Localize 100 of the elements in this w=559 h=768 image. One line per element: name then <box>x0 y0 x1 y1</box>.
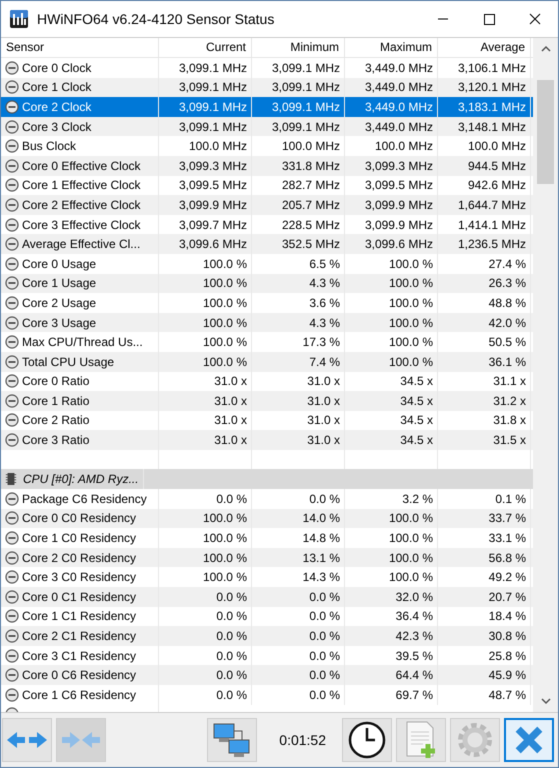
sensor-value: 100.0 MHz <box>188 139 247 154</box>
sensor-value: 31.0 x <box>214 413 247 428</box>
column-header[interactable]: Sensor <box>1 38 159 57</box>
table-row[interactable]: Core 2 Clock 3,099.1 MHz 3,099.1 MHz 3,449.0 MHz 3,183.1 MHz <box>1 97 533 117</box>
gauge-icon <box>5 335 19 350</box>
close-button[interactable] <box>504 718 554 762</box>
table-row[interactable]: Core 2 Effective Clock 3,099.9 MHz 205.7 MHz 3,099.9 MHz 1,644.7 MHz <box>1 195 533 215</box>
table-row[interactable]: Core 2 C0 Residency 100.0 % 13.1 % 100.0 % 56.8 % <box>1 548 533 568</box>
sensor-value: 30.8 % <box>488 629 526 644</box>
sensor-value: 31.0 x <box>214 394 247 408</box>
sensor-value: 31.0 x <box>307 374 340 388</box>
sensor-value: 3,099.6 MHz <box>364 237 433 252</box>
scrollbar[interactable] <box>533 38 558 712</box>
sensor-label: Core 1 Usage <box>22 276 96 290</box>
sensor-value: 100.0 % <box>388 531 433 546</box>
gauge-icon <box>5 629 19 644</box>
sensor-value: 331.8 MHz <box>282 158 340 173</box>
table-row[interactable]: Core 0 C1 Residency 0.0 % 0.0 % 32.0 % 20.7 % <box>1 587 533 607</box>
column-header[interactable]: Maximum <box>345 38 438 57</box>
sensor-label: Core 0 Ratio <box>22 374 90 388</box>
table-row[interactable]: Core 0 Effective Clock 3,099.3 MHz 331.8 MHz 3,099.3 MHz 944.5 MHz <box>1 156 533 176</box>
sensor-value: 31.0 x <box>307 433 340 448</box>
sensor-label: Core 2 Ratio <box>22 413 90 428</box>
sensor-value: 27.4 % <box>488 256 526 271</box>
group-row[interactable]: CPU [#0]: AMD Ryz... <box>1 469 533 490</box>
table-row[interactable]: Core 1 C6 Residency 0.0 % 0.0 % 69.7 % 48.7 % <box>1 685 533 705</box>
gauge-icon <box>5 80 19 94</box>
gauge-icon <box>5 531 19 546</box>
sensor-value: 33.7 % <box>488 511 526 526</box>
table-row[interactable]: Average Effective Cl... 3,099.6 MHz 352.5 MHz 3,099.6 MHz 1,236.5 MHz <box>1 234 533 254</box>
table-row[interactable]: Core 3 Clock 3,099.1 MHz 3,099.1 MHz 3,449.0 MHz 3,148.1 MHz <box>1 116 533 136</box>
gauge-icon <box>5 60 19 75</box>
sensor-label: Core 0 Usage <box>22 256 96 271</box>
sensor-label: Core 3 Effective Clock <box>22 218 140 232</box>
sensor-label: Core 3 C0 Residency <box>22 570 136 584</box>
gauge-icon <box>5 100 19 114</box>
sensor-value: 100.0 % <box>388 511 433 526</box>
sensor-value: 352.5 MHz <box>282 237 340 252</box>
sensor-value: 31.8 x <box>493 413 526 428</box>
settings-icon <box>455 720 495 760</box>
sensor-value: 39.5 % <box>396 648 433 663</box>
sensor-value: 100.0 % <box>202 276 247 290</box>
table-row[interactable]: Core 0 C0 Residency 100.0 % 14.0 % 100.0 % 33.7 % <box>1 508 533 528</box>
sensor-label: Core 2 C0 Residency <box>22 550 136 565</box>
sensor-value: 42.3 % <box>396 629 433 644</box>
sensor-value: 0.0 % <box>309 629 340 644</box>
sensor-label: Core 1 Clock <box>22 80 92 94</box>
sensor-value: 100.0 % <box>202 550 247 565</box>
sensor-value: 100.0 MHz <box>374 139 433 154</box>
gauge-icon <box>5 590 19 604</box>
sensor-value: 34.5 x <box>400 374 433 388</box>
elapsed-time: 0:01:52 <box>279 732 326 748</box>
sensor-label: Core 3 Clock <box>22 120 92 134</box>
sensor-value: 6.5 % <box>309 256 340 271</box>
sensor-value: 0.0 % <box>309 492 340 506</box>
sensor-value: 1,644.7 MHz <box>458 198 526 212</box>
computers-icon <box>212 722 252 758</box>
table-row[interactable]: Core 0 C6 Residency 0.0 % 0.0 % 64.4 % 45.9 % <box>1 665 533 685</box>
sensor-value: 3,099.3 MHz <box>178 158 247 173</box>
sensor-value: 4.3 % <box>309 276 340 290</box>
table-row[interactable]: Core 3 Ratio 31.0 x 31.0 x 34.5 x 31.5 x <box>1 430 533 450</box>
column-header[interactable]: Minimum <box>252 38 345 57</box>
sensor-value: 100.0 MHz <box>468 139 526 154</box>
sensor-value: 14.3 % <box>302 570 340 584</box>
sensor-value: 100.0 % <box>202 256 247 271</box>
sensor-value: 3.6 % <box>309 296 340 310</box>
clock-button[interactable] <box>342 718 392 762</box>
network-button[interactable] <box>207 718 258 762</box>
table-row[interactable]: Core 3 Usage 100.0 % 4.3 % 100.0 % 42.0 % <box>1 312 533 332</box>
sensor-value: 100.0 % <box>388 354 433 369</box>
table-row[interactable]: Total CPU Usage 100.0 % 7.4 % 100.0 % 36.1 % <box>1 352 533 372</box>
sensor-value: 32.0 % <box>396 590 433 604</box>
sensor-value: 31.5 x <box>493 433 526 448</box>
sensor-value: 100.0 % <box>202 316 247 330</box>
table-row[interactable]: Core 1 Clock 3,099.1 MHz 3,099.1 MHz 3,449.0 MHz 3,120.1 MHz <box>1 78 533 98</box>
sensor-value: 31.2 x <box>493 394 526 408</box>
scroll-thumb[interactable] <box>537 80 554 184</box>
sensor-value: 3,449.0 MHz <box>364 120 433 134</box>
sensor-value: 31.0 x <box>214 433 247 448</box>
gauge-icon <box>5 609 19 624</box>
expand-button[interactable] <box>2 718 52 762</box>
sensor-value: 31.0 x <box>307 394 340 408</box>
sensor-value: 49.2 % <box>488 570 526 584</box>
sensor-value: 100.0 % <box>388 296 433 310</box>
sensor-value: 45.9 % <box>488 668 526 682</box>
sensor-value: 31.1 x <box>493 374 526 388</box>
sensor-value: 3,099.1 MHz <box>178 80 247 94</box>
table-row[interactable]: Core 1 Usage 100.0 % 4.3 % 100.0 % 26.3 % <box>1 274 533 294</box>
column-header[interactable]: Current <box>159 38 252 57</box>
table-row[interactable]: Core 1 Ratio 31.0 x 31.0 x 34.5 x 31.2 x <box>1 391 533 411</box>
table-row[interactable]: Core 2 C1 Residency 0.0 % 0.0 % 42.3 % 30.8 % <box>1 626 533 646</box>
sensor-value: 100.0 % <box>388 335 433 350</box>
sensor-value: 3,148.1 MHz <box>458 120 526 134</box>
gauge-icon <box>5 374 19 388</box>
gauge-icon <box>5 237 19 252</box>
sensor-value: 205.7 MHz <box>282 198 340 212</box>
gauge-icon <box>5 178 19 192</box>
gauge-icon <box>5 648 19 663</box>
column-header[interactable]: Average <box>438 38 531 57</box>
sensor-value: 0.0 % <box>216 629 247 644</box>
